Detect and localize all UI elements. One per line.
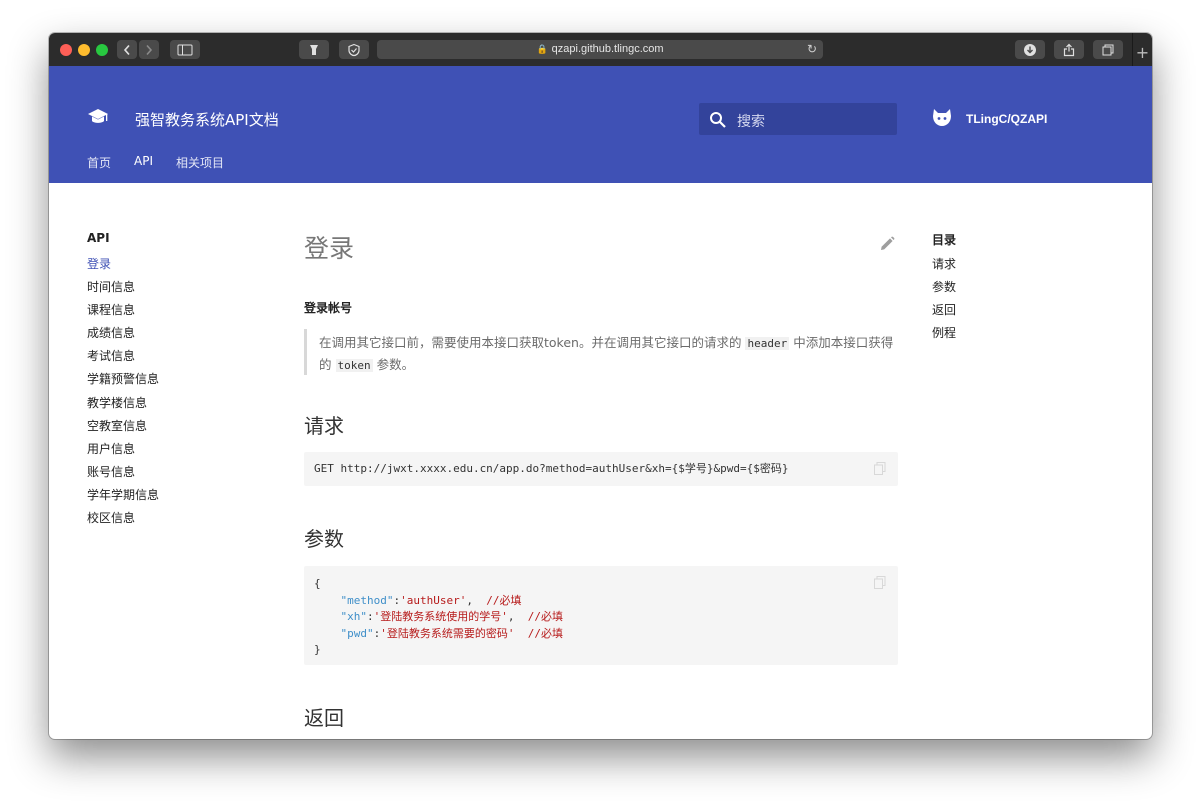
page-title: 登录 — [304, 234, 355, 263]
heading-returns: 返回 — [304, 706, 344, 730]
nav-item-warning[interactable]: 学籍预警信息 — [87, 370, 159, 387]
reader-button[interactable] — [299, 40, 329, 59]
flashlight-icon — [310, 44, 318, 55]
params-code: { "method":'authUser', //必填 "xh":'登陆教务系统… — [314, 577, 563, 656]
nav-item-building[interactable]: 教学楼信息 — [87, 394, 147, 411]
inline-code-token: token — [335, 359, 373, 372]
nav-item-course[interactable]: 课程信息 — [87, 301, 135, 318]
tabs-icon — [1102, 44, 1114, 55]
nav-item-semester[interactable]: 学年学期信息 — [87, 486, 159, 503]
nav-item-empty-room[interactable]: 空教室信息 — [87, 417, 147, 434]
toc-item-example[interactable]: 例程 — [932, 324, 956, 341]
nav-item-account[interactable]: 账号信息 — [87, 463, 135, 480]
nav-item-grades[interactable]: 成绩信息 — [87, 324, 135, 341]
nav-item-time[interactable]: 时间信息 — [87, 278, 135, 295]
new-tab-button[interactable]: + — [1132, 33, 1152, 66]
github-icon[interactable] — [931, 108, 953, 128]
sidebar-toggle-button[interactable] — [170, 40, 200, 59]
site-title[interactable]: 强智教务系统API文档 — [135, 109, 279, 130]
zoom-window-button[interactable] — [96, 44, 108, 56]
graduation-cap-icon[interactable] — [87, 108, 109, 126]
search-input[interactable]: 搜索 — [699, 103, 897, 135]
download-icon — [1024, 43, 1036, 56]
chevron-left-icon — [123, 44, 130, 55]
lock-icon: 🔒 — [536, 44, 548, 54]
main-content: API 登录 时间信息 课程信息 成绩信息 考试信息 学籍预警信息 教学楼信息 … — [49, 183, 1152, 739]
code-block-params: { "method":'authUser', //必填 "xh":'登陆教务系统… — [304, 566, 898, 665]
nav-item-exam[interactable]: 考试信息 — [87, 347, 135, 364]
tabs-overview-button[interactable] — [1093, 40, 1123, 59]
nav-item-campus[interactable]: 校区信息 — [87, 509, 135, 526]
heading-request: 请求 — [304, 414, 344, 438]
chevron-right-icon — [146, 44, 153, 55]
edit-pencil-icon[interactable] — [879, 236, 895, 252]
browser-toolbar: 🔒 qzapi.github.tlingc.com ↻ + — [49, 33, 1152, 67]
copy-icon[interactable] — [874, 576, 886, 589]
close-window-button[interactable] — [60, 44, 72, 56]
section-subtitle: 登录帐号 — [304, 301, 353, 315]
heading-params: 参数 — [304, 527, 344, 551]
toc-item-params[interactable]: 参数 — [932, 278, 956, 295]
nav-item-user[interactable]: 用户信息 — [87, 440, 135, 457]
info-blockquote: 在调用其它接口前，需要使用本接口获取token。并在调用其它接口的请求的 hea… — [304, 329, 897, 375]
site-header: 强智教务系统API文档 搜索 TLingC/QZAPI 首页 API 相关项目 — [49, 66, 1152, 183]
shield-icon — [348, 43, 360, 56]
toc-title: 目录 — [932, 233, 957, 247]
browser-window: 🔒 qzapi.github.tlingc.com ↻ + 强智教务系统API文档… — [49, 33, 1152, 739]
copy-icon[interactable] — [874, 462, 886, 475]
address-bar[interactable]: 🔒 qzapi.github.tlingc.com ↻ — [377, 40, 823, 59]
share-button[interactable] — [1054, 40, 1084, 59]
toc-item-returns[interactable]: 返回 — [932, 301, 956, 318]
back-button[interactable] — [117, 40, 137, 59]
code-block-request: GET http://jwxt.xxxx.edu.cn/app.do?metho… — [304, 452, 898, 486]
request-code: GET http://jwxt.xxxx.edu.cn/app.do?metho… — [314, 462, 789, 475]
forward-button[interactable] — [139, 40, 159, 59]
search-icon — [710, 112, 726, 128]
reload-icon[interactable]: ↻ — [807, 40, 817, 59]
tab-home[interactable]: 首页 — [87, 154, 111, 171]
nav-title: API — [87, 231, 110, 245]
quote-text: 在调用其它接口前，需要使用本接口获取token。并在调用其它接口的请求的 hea… — [319, 335, 894, 372]
minimize-window-button[interactable] — [78, 44, 90, 56]
downloads-button[interactable] — [1015, 40, 1045, 59]
address-bar-url: qzapi.github.tlingc.com — [551, 43, 664, 55]
nav-item-login[interactable]: 登录 — [87, 255, 111, 272]
share-icon — [1063, 43, 1075, 56]
tab-related-projects[interactable]: 相关项目 — [176, 154, 224, 171]
inline-code-header: header — [745, 337, 790, 350]
privacy-button[interactable] — [339, 40, 369, 59]
repo-link[interactable]: TLingC/QZAPI — [966, 112, 1047, 126]
sidebar-icon — [177, 44, 193, 55]
toc-item-request[interactable]: 请求 — [932, 255, 956, 272]
tab-api[interactable]: API — [134, 154, 153, 168]
search-placeholder: 搜索 — [737, 114, 765, 130]
